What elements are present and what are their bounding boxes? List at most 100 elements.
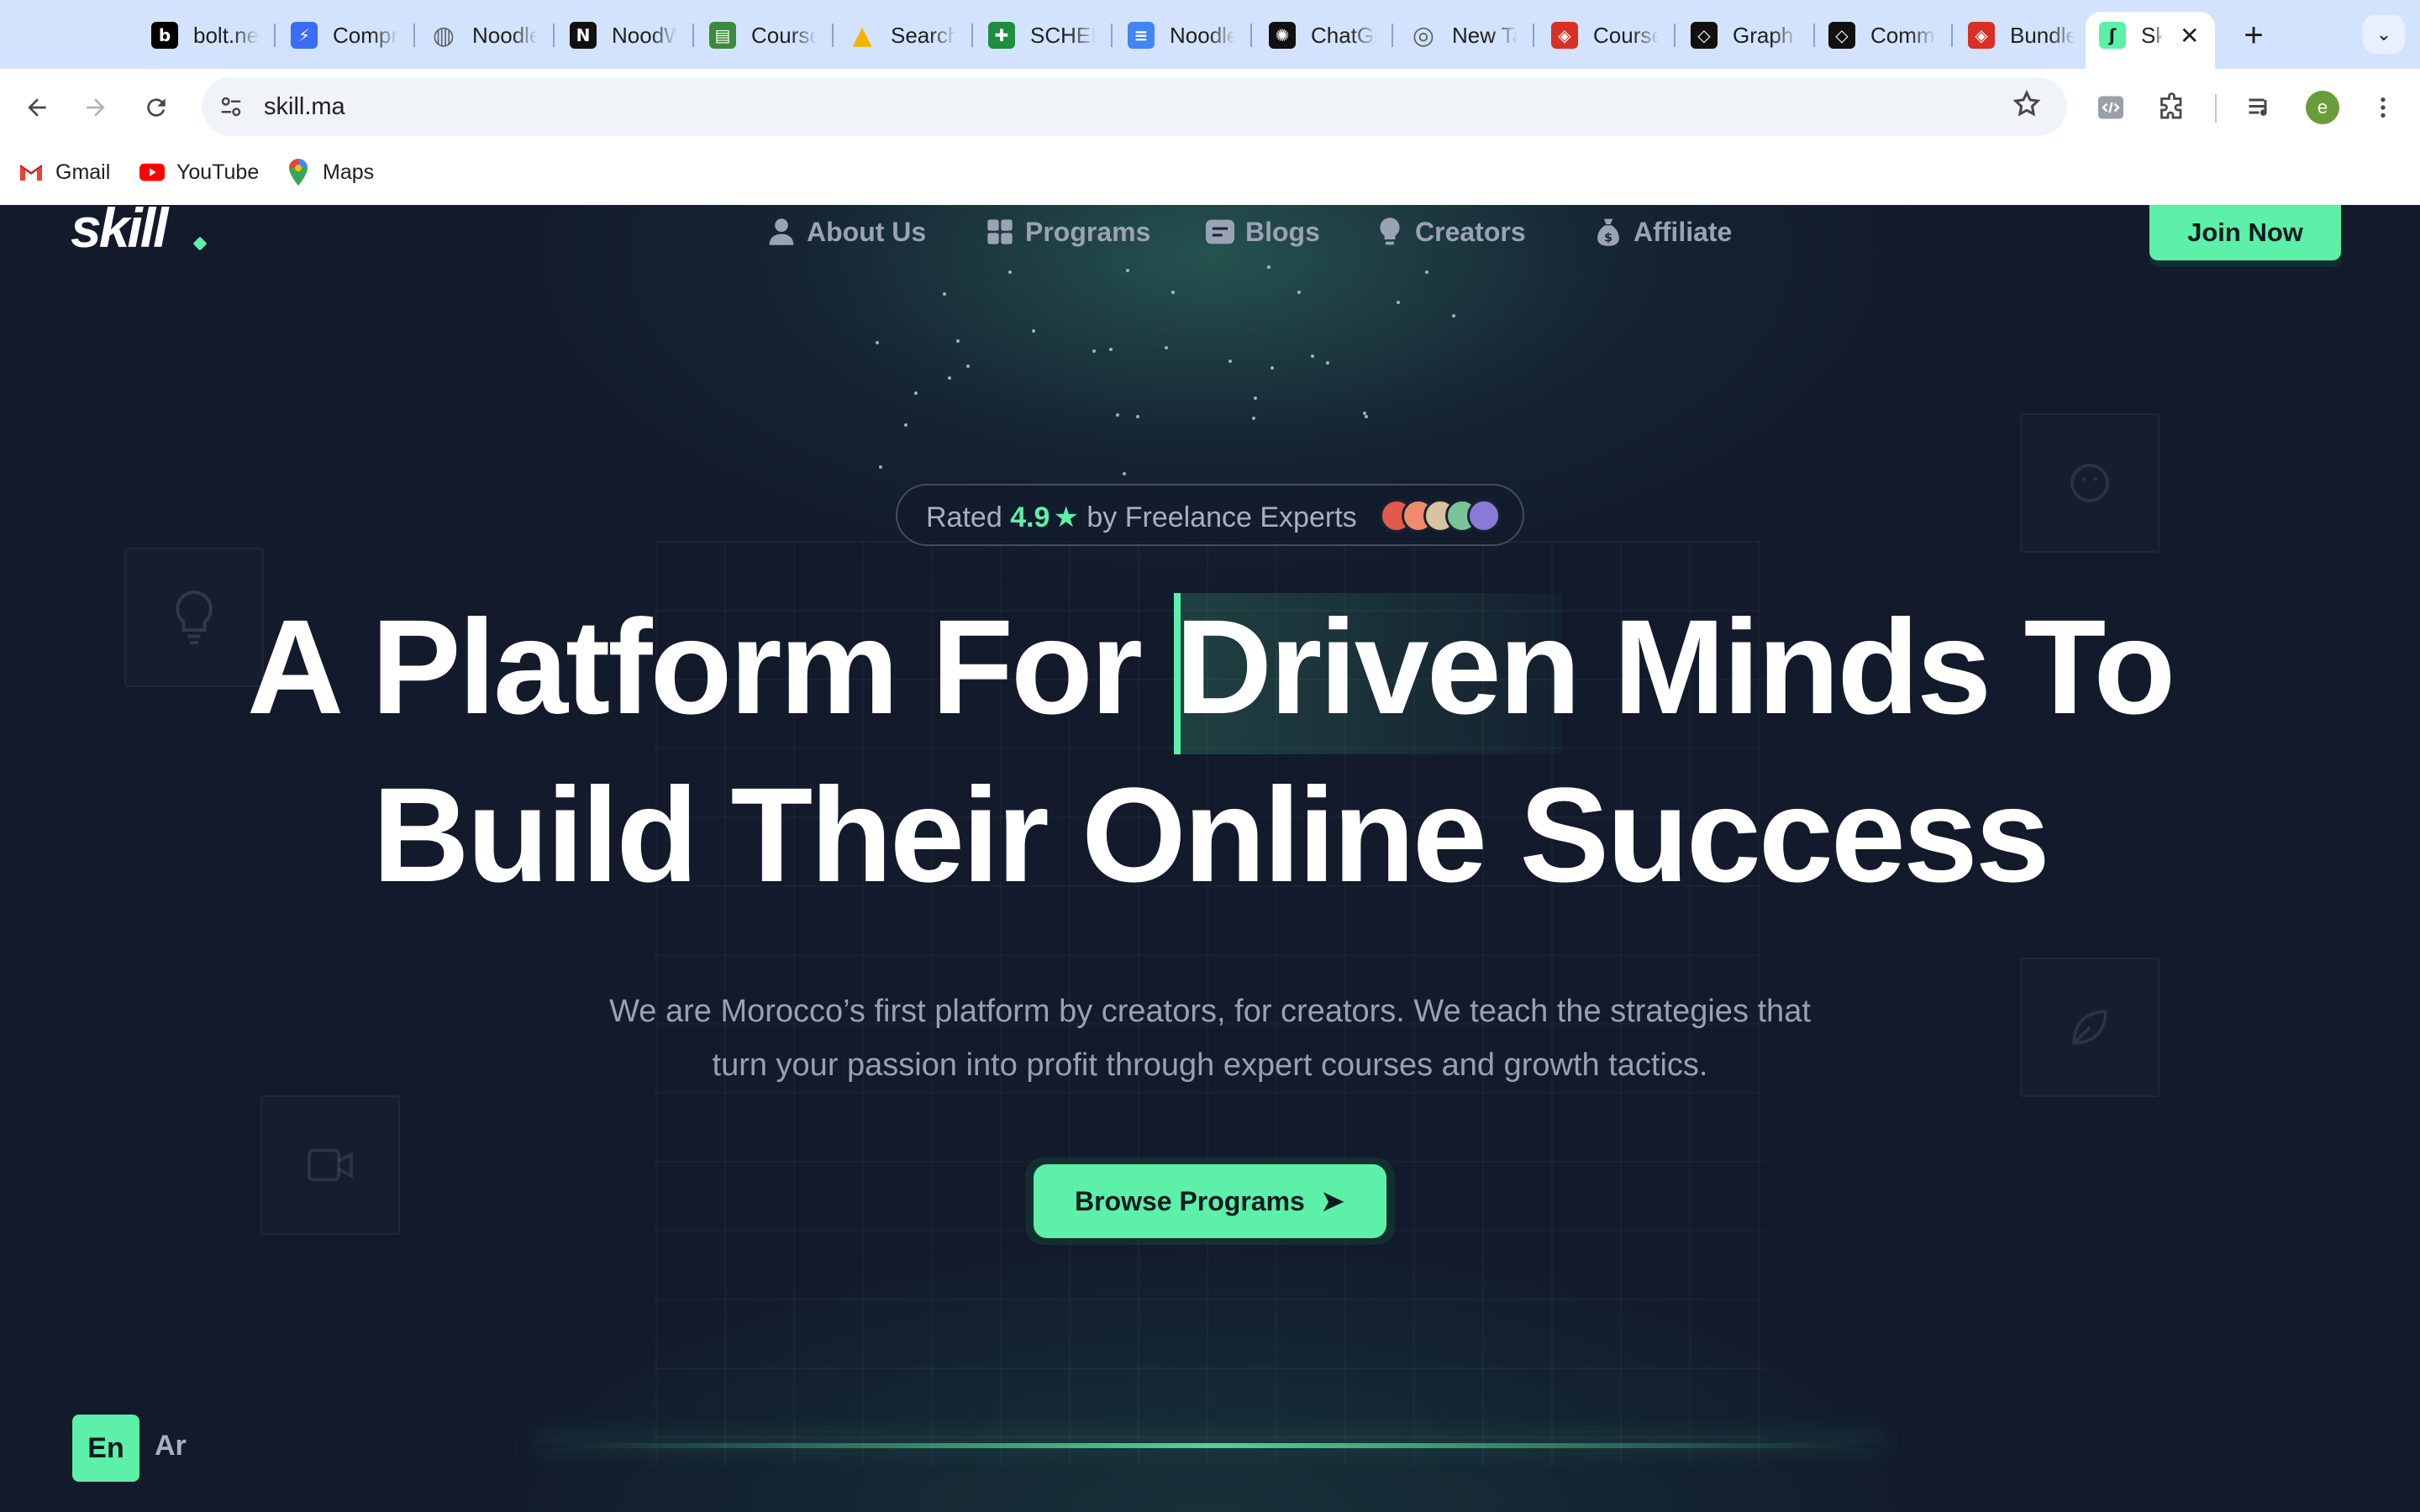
nav-label: Programs bbox=[1025, 216, 1151, 247]
browser-tab-bar: b bolt.new ⚡ Compr ◍ Noodle N NoodWiki ▤ Course ▲ S… bbox=[0, 0, 2420, 69]
star-dot bbox=[1116, 413, 1119, 417]
star-dot bbox=[1136, 415, 1139, 418]
nav-affiliate[interactable]: $ Affiliate bbox=[1593, 208, 1732, 255]
skill-logo[interactable]: skill bbox=[71, 205, 213, 259]
star-dot bbox=[1123, 472, 1126, 475]
nav-programs[interactable]: Programs bbox=[985, 208, 1150, 255]
browser-tab[interactable]: N NoodWiki bbox=[556, 12, 694, 59]
reload-button[interactable] bbox=[138, 89, 175, 126]
browser-tab[interactable]: b bolt.new bbox=[138, 12, 276, 59]
headline-highlight-word: Driven bbox=[1175, 591, 1581, 742]
globe-icon: ◍ bbox=[432, 20, 455, 50]
join-now-button[interactable]: Join Now bbox=[2149, 205, 2341, 260]
tab-separator bbox=[1674, 24, 1676, 47]
browser-tab[interactable]: ▲ Search bbox=[835, 12, 973, 59]
maps-icon bbox=[286, 159, 311, 186]
star-dot bbox=[943, 292, 946, 296]
tab-title: Bundle bbox=[2010, 22, 2075, 48]
tab-separator bbox=[1533, 24, 1534, 47]
star-dot bbox=[956, 339, 960, 343]
star-dot bbox=[1109, 348, 1113, 351]
tab-separator bbox=[1951, 24, 1953, 47]
star-dot bbox=[1171, 291, 1175, 294]
docs-icon: ≡ bbox=[1128, 22, 1155, 49]
youtube-icon bbox=[139, 160, 165, 185]
browser-toolbar: skill.ma bbox=[0, 69, 2420, 146]
tab-separator bbox=[832, 24, 834, 47]
browser-tab[interactable]: ≡ Noodle bbox=[1114, 12, 1252, 59]
address-bar[interactable]: skill.ma bbox=[202, 77, 2067, 136]
star-dot bbox=[1092, 349, 1096, 353]
tab-search-button[interactable]: ⌄ bbox=[2363, 15, 2405, 54]
star-dot bbox=[1363, 412, 1366, 415]
star-dot bbox=[966, 365, 970, 368]
browser-tab[interactable]: ✺ ChatGPT bbox=[1255, 12, 1393, 59]
language-ar-button[interactable]: Ar bbox=[155, 1430, 187, 1462]
star-dot bbox=[1165, 346, 1168, 349]
url-text[interactable]: skill.ma bbox=[264, 93, 345, 121]
diamond-badge-icon: ◈ bbox=[1968, 22, 1995, 49]
tab-title: Noodle bbox=[1170, 22, 1235, 48]
bookmark-maps[interactable]: Maps bbox=[286, 159, 375, 186]
star-dot bbox=[1311, 354, 1314, 358]
bookmark-label: Maps bbox=[323, 160, 375, 184]
devtools-extension-icon[interactable] bbox=[2091, 87, 2131, 128]
bookmark-gmail[interactable]: Gmail bbox=[18, 160, 110, 185]
browser-tab[interactable]: ▤ Course bbox=[696, 12, 834, 59]
rating-badge: Rated 4.9 ★ by Freelance Experts bbox=[896, 484, 1524, 546]
star-dot bbox=[1365, 415, 1368, 418]
money-bag-icon: $ bbox=[1593, 217, 1623, 247]
tab-title: NoodWiki bbox=[612, 22, 677, 48]
nav-creators[interactable]: Creators bbox=[1375, 208, 1526, 255]
browser-tab[interactable]: ◇ Comm bbox=[1815, 12, 1953, 59]
nav-blogs[interactable]: Blogs bbox=[1205, 208, 1320, 255]
section-glow-divider bbox=[538, 1443, 1882, 1448]
star-dot bbox=[1126, 269, 1129, 272]
bookmark-youtube[interactable]: YouTube bbox=[139, 160, 259, 185]
new-tab-button[interactable]: + bbox=[2233, 15, 2274, 55]
site-settings-icon[interactable] bbox=[217, 92, 245, 121]
browser-tab[interactable]: ◇ Graph bbox=[1677, 12, 1815, 59]
star-dot bbox=[1326, 361, 1329, 365]
media-controls-icon[interactable] bbox=[2240, 87, 2281, 128]
diamond-icon: ◇ bbox=[1828, 22, 1855, 49]
browse-programs-button[interactable]: Browse Programs ➤ bbox=[1034, 1164, 1386, 1238]
nav-label: About Us bbox=[807, 216, 927, 247]
close-tab-icon[interactable]: ✕ bbox=[2180, 22, 2199, 50]
nav-about-us[interactable]: About Us bbox=[766, 208, 926, 255]
star-dot bbox=[1425, 270, 1428, 274]
browser-tab[interactable]: ◈ Bundle bbox=[1954, 12, 2089, 59]
svg-text:$: $ bbox=[1604, 232, 1612, 245]
tab-title: SCHEDULE bbox=[1030, 22, 1096, 48]
tab-title: Comm bbox=[1870, 22, 1935, 48]
browser-menu-icon[interactable] bbox=[2363, 87, 2403, 128]
tab-separator bbox=[971, 24, 973, 47]
tab-title: Search bbox=[891, 22, 956, 48]
browser-tab[interactable]: ⚡ Compr bbox=[277, 12, 415, 59]
forward-button[interactable] bbox=[77, 89, 114, 126]
send-arrow-icon: ➤ bbox=[1319, 1184, 1346, 1218]
nav-label: Creators bbox=[1415, 216, 1526, 247]
tab-title: Skill bbox=[2141, 22, 2163, 48]
avatar bbox=[1467, 499, 1501, 533]
browser-tab[interactable]: ◎ New Tab bbox=[1397, 12, 1534, 59]
browser-tab[interactable]: ✚ SCHEDULE bbox=[975, 12, 1113, 59]
browser-tab[interactable]: ◍ Noodle bbox=[417, 12, 555, 59]
tab-separator bbox=[1392, 24, 1393, 47]
skill-landing-page: skill About Us Programs Blogs Creators $… bbox=[0, 205, 2420, 1512]
star-dot bbox=[1267, 265, 1270, 269]
gmail-icon bbox=[18, 160, 44, 185]
profile-avatar[interactable]: e bbox=[2306, 91, 2339, 124]
back-button[interactable] bbox=[18, 89, 55, 126]
browser-tab[interactable]: ʃ Skill ✕ bbox=[2086, 12, 2215, 69]
book-icon: ▤ bbox=[709, 22, 736, 49]
star-dot bbox=[1397, 301, 1400, 304]
tab-separator bbox=[553, 24, 555, 47]
bookmark-star-icon[interactable] bbox=[2012, 89, 2042, 127]
bookmark-label: Gmail bbox=[55, 160, 111, 184]
lightning-icon: ⚡ bbox=[291, 22, 318, 49]
chrome-icon: ◎ bbox=[1412, 20, 1435, 50]
extensions-puzzle-icon[interactable] bbox=[2153, 87, 2193, 128]
browser-tab[interactable]: ◈ Course bbox=[1538, 12, 1676, 59]
language-en-button[interactable]: En bbox=[72, 1415, 139, 1482]
